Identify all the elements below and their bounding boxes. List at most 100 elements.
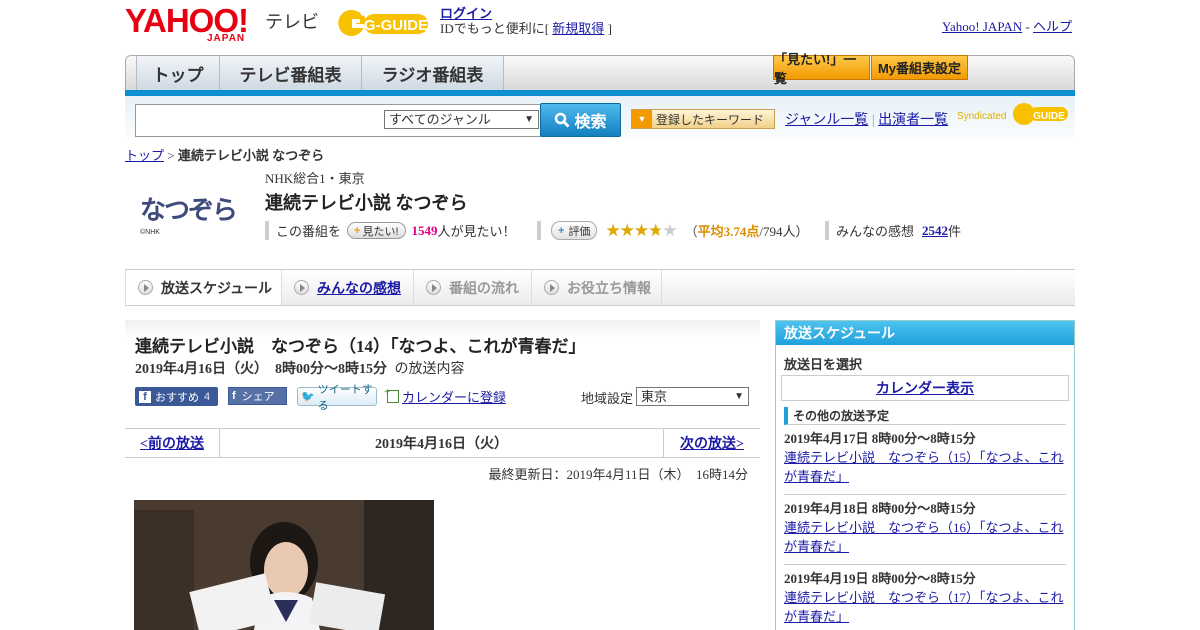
this-program-label: この番組を (276, 224, 342, 239)
calendar-add-icon: + (384, 386, 399, 403)
calendar-register-link[interactable]: カレンダーに登録 (402, 387, 506, 406)
schedule-title-link[interactable]: 連続テレビ小説 なつぞら（16）「なつよ、これが青春だ」 (784, 520, 1064, 554)
mitai-button[interactable]: + 見たい! (347, 222, 406, 239)
program-thumb-caption: ©NHK (140, 229, 160, 236)
arrow-right-icon (544, 280, 559, 295)
calendar-display-link[interactable]: カレンダー表示 (876, 378, 974, 398)
prev-broadcast-link[interactable]: <前の放送 (140, 433, 204, 453)
facebook-share-button[interactable]: f シェア (228, 387, 287, 405)
current-broadcast-date: 2019年4月16日（火） (375, 437, 508, 452)
schedule-title-link[interactable]: 連続テレビ小説 なつぞら（15）「なつよ、これが青春だ」 (784, 450, 1064, 484)
next-broadcast[interactable]: 次の放送> (663, 429, 760, 457)
tweet-button[interactable]: 🐦 ツイートする (297, 384, 377, 412)
sidebar-schedule: 放送スケジュール 放送日を選択 カレンダー表示 その他の放送予定 2019年4月… (775, 320, 1075, 630)
program-thumbnail: なつぞら ©NHK (140, 174, 248, 250)
mitai-list-button[interactable]: 「見たい!」一覧 (773, 52, 870, 86)
program-logo-text: なつぞら (140, 196, 238, 226)
schedule-title-link[interactable]: 連続テレビ小説 なつぞら（17）「なつよ、これが青春だ」 (784, 590, 1064, 624)
yahoo-japan-text: JAPAN (207, 33, 246, 44)
prev-broadcast[interactable]: <前の放送 (125, 429, 220, 457)
keyword-button-label: 登録したキーワード (656, 112, 765, 127)
tab-program-flow: 番組の流れ (414, 270, 532, 305)
nav-tab-tv-schedule[interactable]: テレビ番組表 (220, 56, 362, 91)
last-updated: 最終更新日：2019年4月11日（木） 16時14分 (488, 467, 748, 482)
my-schedule-button[interactable]: My番組表設定 (871, 55, 968, 80)
mitai-section: この番組を + 見たい! 1549 人が見たい！ (265, 221, 516, 240)
top-links: Yahoo! JAPAN - ヘルプ (942, 16, 1072, 35)
other-schedule-heading: その他の放送予定 (784, 407, 1066, 425)
magnifier-icon (555, 112, 571, 128)
yahoo-japan-logo[interactable]: YAHOO! JAPAN (125, 4, 249, 44)
recommend-label: おすすめ (155, 391, 199, 404)
facebook-icon: f (139, 390, 151, 403)
facebook-icon: f (232, 390, 236, 402)
sidebar-title: 放送スケジュール (776, 321, 1074, 345)
episode-title: 連続テレビ小説 なつぞら（14）「なつよ、これが青春だ」 (135, 337, 586, 356)
search-button-label: 検索 (574, 114, 607, 131)
dropdown-arrow-icon: ▼ (632, 110, 652, 128)
list-item: 2019年4月18日 8時00分～8時15分 連続テレビ小説 なつぞら（16）「… (784, 495, 1066, 565)
tab-broadcast-schedule[interactable]: 放送スケジュール (125, 270, 282, 305)
tab-broadcast-schedule-label: 放送スケジュール (161, 279, 273, 296)
gguide-text: G-GUIDE (364, 17, 428, 34)
tab-program-flow-label: 番組の流れ (449, 279, 519, 296)
rating-section: + 評価 ★★★★★ ★★★★★ （ 平均3.74点 /794人） (537, 221, 809, 240)
episode-header: 連続テレビ小説 なつぞら（14）「なつよ、これが青春だ」 2019年4月16日（… (125, 320, 760, 412)
impressions-count-link[interactable]: 2542 (922, 223, 948, 239)
twitter-bird-icon: 🐦 (301, 391, 315, 403)
svg-text:GUIDE: GUIDE (1033, 111, 1065, 122)
breadcrumb-top-link[interactable]: トップ (125, 148, 164, 163)
registered-keyword-button[interactable]: ▼ 登録したキーワード (631, 109, 775, 129)
plus-icon: + (354, 224, 361, 237)
schedule-datetime: 2019年4月17日 8時00分～8時15分 (784, 431, 976, 446)
episode-datetime: 2019年4月16日（火） 8時00分～8時15分 (135, 362, 387, 377)
search-links: ジャンル一覧 | 出演者一覧 (785, 113, 949, 128)
other-schedule-list: 2019年4月17日 8時00分～8時15分 連続テレビ小説 なつぞら（15）「… (776, 425, 1074, 630)
top-links-separator: - (1025, 19, 1030, 34)
rate-button[interactable]: + 評価 (551, 221, 598, 240)
list-item: 2019年4月17日 8時00分～8時15分 連続テレビ小説 なつぞら（15）「… (784, 425, 1066, 495)
syndicated-text: Syndicated (957, 111, 1007, 122)
login-prompt-close: ] (607, 21, 612, 36)
schedule-datetime: 2019年4月18日 8時00分～8時15分 (784, 501, 976, 516)
list-item: 2019年4月19日 8時00分～8時15分 連続テレビ小説 なつぞら（17）「… (784, 565, 1066, 630)
plus-icon: + (558, 224, 565, 237)
mitai-count: 1549 (411, 222, 438, 238)
search-button[interactable]: 検索 (540, 103, 621, 137)
arrow-right-icon (426, 280, 441, 295)
facebook-recommend-button[interactable]: f おすすめ 4 (135, 387, 218, 406)
breadcrumb: トップ > 連続テレビ小説 なつぞら (125, 145, 324, 164)
tab-useful-info: お役立ち情報 (532, 270, 662, 305)
login-link[interactable]: ログイン (440, 6, 492, 21)
tab-impressions-label[interactable]: みんなの感想 (317, 278, 401, 298)
help-link[interactable]: ヘルプ (1033, 19, 1072, 34)
impressions-suffix: 件 (948, 224, 962, 239)
yahoo-japan-link[interactable]: Yahoo! JAPAN (942, 19, 1022, 34)
rating-count: /794人） (759, 224, 809, 239)
broadcast-date-nav: <前の放送 2019年4月16日（火） 次の放送> (125, 428, 760, 458)
rating-average: 平均3.74点 (697, 224, 760, 239)
arrow-right-icon (294, 280, 309, 295)
genre-list-link[interactable]: ジャンル一覧 (785, 113, 868, 128)
syndicated-gguide-logo: Syndicated GUIDE (957, 101, 1071, 129)
rating-open: （ (684, 224, 698, 239)
nav-tab-radio-schedule[interactable]: ラジオ番組表 (362, 56, 504, 91)
select-date-label: 放送日を選択 (784, 357, 863, 372)
calendar-display[interactable]: カレンダー表示 (781, 375, 1069, 401)
genre-select-value: すべてのジャンル (389, 112, 491, 127)
nav-tab-top[interactable]: トップ (136, 56, 220, 91)
program-title: 連続テレビ小説 なつぞら (265, 193, 468, 213)
gguide-logo[interactable]: G-GUIDE (334, 6, 434, 40)
tab-impressions[interactable]: みんなの感想 (282, 270, 414, 305)
region-select[interactable]: 東京 ▼ (636, 387, 749, 406)
new-register-link[interactable]: 新規取得 (552, 21, 604, 36)
calendar-register[interactable]: + カレンダーに登録 (384, 386, 506, 406)
rating-stars: ★★★★★ ★★★★★ (605, 220, 677, 240)
performer-list-link[interactable]: 出演者一覧 (878, 113, 948, 128)
episode-datetime-suffix: の放送内容 (394, 362, 465, 377)
next-broadcast-link[interactable]: 次の放送> (680, 433, 744, 453)
schedule-datetime: 2019年4月19日 8時00分～8時15分 (784, 571, 976, 586)
tweet-label: ツイートする (317, 383, 373, 412)
genre-select[interactable]: すべてのジャンル ▼ (384, 110, 539, 129)
mitai-button-label: 見たい! (362, 225, 399, 238)
